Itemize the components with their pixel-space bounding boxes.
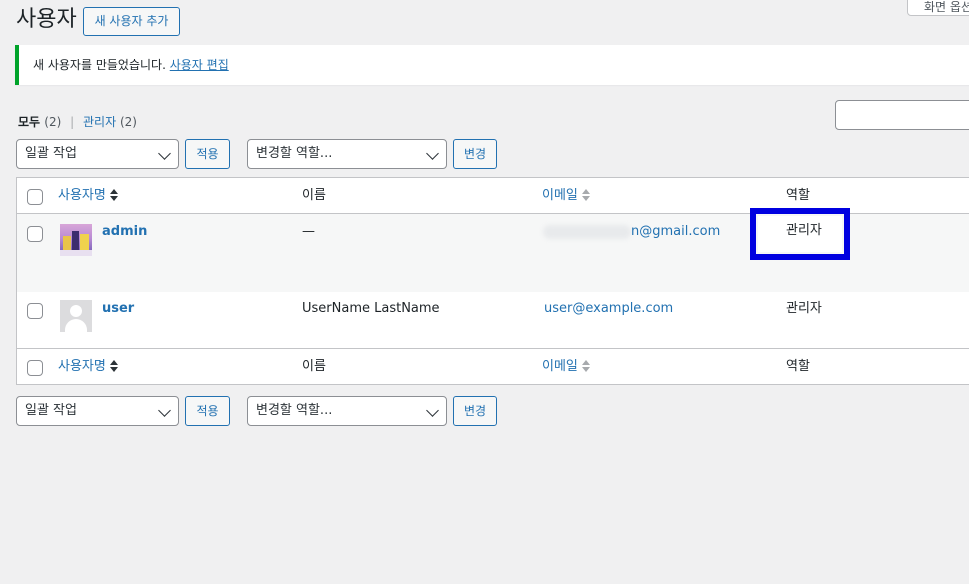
chevron-down-icon xyxy=(426,147,439,160)
select-all-checkbox[interactable] xyxy=(27,189,43,205)
chevron-down-icon xyxy=(158,147,171,160)
success-notice: 새 사용자를 만들었습니다. 사용자 편집 xyxy=(15,45,969,85)
sort-icon xyxy=(109,188,118,203)
role-change-select-top[interactable]: 변경할 역할... xyxy=(247,139,447,169)
bulk-action-value: 일괄 작업 xyxy=(25,146,77,161)
user-display-name: UserName LastName xyxy=(302,301,440,316)
column-name-footer: 이름 xyxy=(302,359,326,374)
sort-icon xyxy=(581,359,590,374)
page-title: 사용자 xyxy=(16,7,77,32)
filter-all[interactable]: 모두 (2) xyxy=(18,115,61,129)
change-role-button-bottom[interactable]: 변경 xyxy=(453,396,497,426)
table-row: user UserName LastName user@example.com … xyxy=(17,292,969,348)
redacted-email xyxy=(543,225,631,239)
filter-separator: | xyxy=(70,115,75,129)
filter-administrator[interactable]: 관리자 (2) xyxy=(83,115,137,129)
column-email-header[interactable]: 이메일 xyxy=(542,187,590,205)
bulk-action-select-bottom[interactable]: 일괄 작업 xyxy=(16,396,179,426)
role-change-value: 변경할 역할... xyxy=(256,403,333,418)
bulk-action-value: 일괄 작업 xyxy=(25,403,77,418)
username-link[interactable]: user xyxy=(102,300,134,318)
chevron-down-icon xyxy=(158,404,171,417)
change-role-button-top[interactable]: 변경 xyxy=(453,139,497,169)
column-username-header[interactable]: 사용자명 xyxy=(58,187,118,205)
add-new-user-button[interactable]: 새 사용자 추가 xyxy=(83,7,180,36)
select-all-checkbox[interactable] xyxy=(27,360,43,376)
apply-button-bottom[interactable]: 적용 xyxy=(185,396,230,426)
sort-icon xyxy=(109,359,118,374)
email-link[interactable]: user@example.com xyxy=(544,300,673,318)
role-change-value: 변경할 역할... xyxy=(256,146,333,161)
user-display-name: — xyxy=(302,224,315,239)
edit-user-link[interactable]: 사용자 편집 xyxy=(170,58,229,72)
bulk-action-select-top[interactable]: 일괄 작업 xyxy=(16,139,179,169)
table-footer-row: 사용자명 이름 이메일 역할 xyxy=(17,348,969,384)
column-name-header: 이름 xyxy=(302,188,326,203)
notice-message: 새 사용자를 만들었습니다. xyxy=(33,58,166,72)
user-role-filters: 모두 (2) | 관리자 (2) xyxy=(18,113,137,131)
row-checkbox[interactable] xyxy=(27,303,43,319)
column-email-footer[interactable]: 이메일 xyxy=(542,358,590,376)
role-change-select-bottom[interactable]: 변경할 역할... xyxy=(247,396,447,426)
sort-icon xyxy=(581,188,590,203)
highlight-box xyxy=(750,208,850,260)
search-users-input[interactable] xyxy=(835,100,969,130)
user-role: 관리자 xyxy=(786,301,822,316)
column-role-header: 역할 xyxy=(786,188,810,203)
column-role-footer: 역할 xyxy=(786,359,810,374)
chevron-down-icon xyxy=(426,404,439,417)
column-username-footer[interactable]: 사용자명 xyxy=(58,358,118,376)
avatar xyxy=(60,224,92,256)
screen-options-button[interactable]: 화면 옵션 xyxy=(907,0,969,16)
row-checkbox[interactable] xyxy=(27,226,43,242)
apply-button-top[interactable]: 적용 xyxy=(185,139,230,169)
email-link[interactable]: n@gmail.com xyxy=(631,223,720,241)
username-link[interactable]: admin xyxy=(102,223,147,241)
avatar xyxy=(60,300,92,332)
